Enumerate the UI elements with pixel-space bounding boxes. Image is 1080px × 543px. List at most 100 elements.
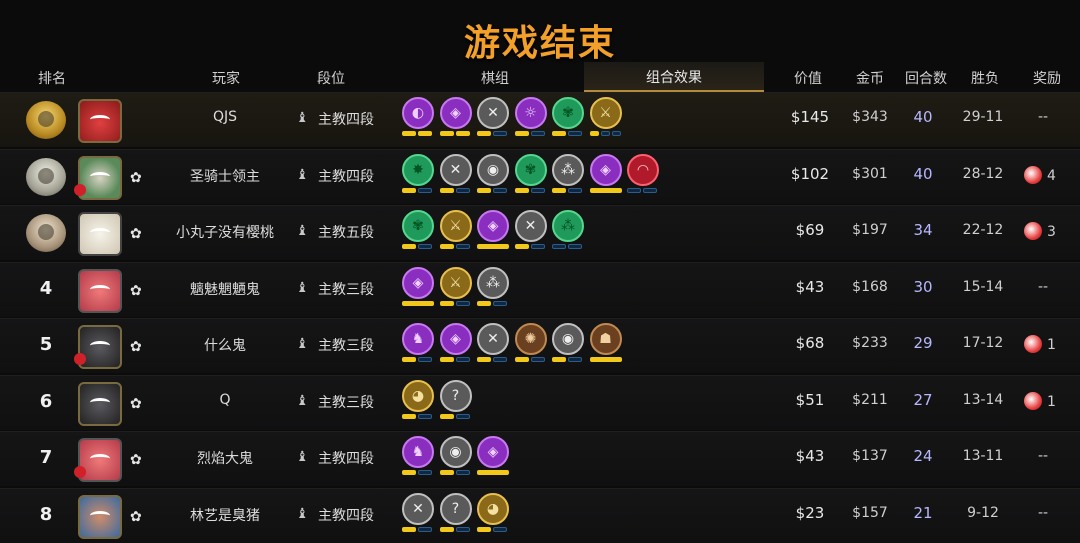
trait-icon[interactable]: ✾ <box>514 154 547 186</box>
trait-icon[interactable]: ? <box>439 380 472 412</box>
player-name[interactable]: 烈焰大鬼 <box>150 448 300 468</box>
avatar-face <box>90 115 110 124</box>
trait-pip <box>530 188 545 193</box>
trait-pip <box>477 131 491 136</box>
tier-label: 主教四段 <box>318 508 374 524</box>
candy-icon <box>1024 392 1042 410</box>
trait-icon[interactable]: ◉ <box>439 436 472 468</box>
trait-icon[interactable]: ☼ <box>514 97 547 129</box>
header-rank: 排名 <box>38 71 66 87</box>
tier-label: 主教四段 <box>318 112 374 128</box>
trait-pip <box>439 188 454 193</box>
trait-icon[interactable]: ✾ <box>402 210 434 242</box>
reward-cell: -- <box>1038 279 1049 295</box>
trait-icon[interactable]: ✕ <box>477 323 509 355</box>
trait-pip <box>402 527 416 532</box>
trait-icon[interactable]: ◈ <box>477 436 509 468</box>
player-name[interactable]: 圣骑士领主 <box>150 166 300 186</box>
trait-icon[interactable]: ◉ <box>552 323 584 355</box>
trait-icon[interactable]: ✕ <box>439 154 472 186</box>
trait-icon[interactable]: ⚔ <box>589 97 622 129</box>
trait-pip <box>402 131 416 136</box>
avatar[interactable] <box>78 99 122 143</box>
trait-icon[interactable]: ✾ <box>552 97 584 129</box>
trait-icon[interactable]: ◐ <box>402 97 434 129</box>
trait-pip <box>439 131 454 136</box>
trait-icon[interactable]: ⁂ <box>552 154 584 186</box>
rank-number: 6 <box>39 391 53 412</box>
value-cell: $69 <box>795 221 825 239</box>
trait-icon[interactable]: ◈ <box>439 323 472 355</box>
value-cell: $43 <box>795 447 825 465</box>
table-row[interactable]: QJS ♝ 主教四段 ◐ ◈ ✕ ☼ ✾ ⚔ $145 $343 40 29-11 -- <box>0 92 1080 147</box>
table-row[interactable]: 7 ✿ 烈焰大鬼 ♝ 主教四段 ♞ ◉ ◈ $43 $137 24 13-11 -- <box>0 431 1080 486</box>
avatar[interactable] <box>78 382 122 426</box>
trait-icon[interactable]: ◉ <box>477 154 509 186</box>
player-name[interactable]: 魑魅魍魉鬼 <box>150 279 300 299</box>
trait-icon[interactable]: ✸ <box>402 154 434 186</box>
player-name[interactable]: 林艺是臭猪 <box>150 505 300 525</box>
avatar[interactable] <box>78 212 122 256</box>
trait-pip <box>530 357 545 362</box>
trait-icon[interactable]: ◈ <box>477 210 509 242</box>
player-name[interactable]: Q <box>150 392 300 408</box>
trait-icon[interactable]: ✺ <box>514 323 547 355</box>
trait-icon[interactable]: ✕ <box>514 210 547 242</box>
trait-icon[interactable]: ◈ <box>402 267 434 299</box>
trait-icon[interactable]: ⁂ <box>552 210 584 242</box>
table-row[interactable]: 4 ✿ 魑魅魍魉鬼 ♝ 主教三段 ◈ ⚔ ⁂ $43 $168 30 15-14 -- <box>0 262 1080 317</box>
player-name[interactable]: QJS <box>150 109 300 125</box>
trait-icon[interactable]: ◠ <box>627 154 659 186</box>
candy-icon <box>1024 166 1042 184</box>
tier-label: 主教三段 <box>318 282 374 298</box>
trait-icon[interactable]: ⁂ <box>477 267 509 299</box>
player-name[interactable]: 什么鬼 <box>150 335 300 355</box>
gold-cell: $157 <box>852 505 888 521</box>
trait-icon[interactable]: ◈ <box>589 154 622 186</box>
gold-cell: $301 <box>852 166 888 182</box>
rounds-cell: 30 <box>913 278 933 296</box>
trait-icon[interactable]: ☗ <box>589 323 622 355</box>
header-comp-tab[interactable]: 棋组 <box>470 68 520 88</box>
trait-pip <box>600 131 610 136</box>
trait-icon[interactable]: ✕ <box>477 97 509 129</box>
trait-pip <box>418 527 432 532</box>
table-row[interactable]: ✿ 圣骑士领主 ♝ 主教四段 ✸ ✕ ◉ ✾ ⁂ ◈ ◠ $102 $301 40 28-12 4 <box>0 149 1080 204</box>
trait-icon[interactable]: ◕ <box>477 493 509 525</box>
trait-icon[interactable]: ◈ <box>439 97 472 129</box>
trait-icon[interactable]: ⚔ <box>439 210 472 242</box>
table-row[interactable]: ✿ 小丸子没有樱桃 ♝ 主教五段 ✾ ⚔ ◈ ✕ ⁂ $69 $197 34 22-12 3 <box>0 205 1080 260</box>
rounds-cell: 29 <box>913 334 933 352</box>
rose-icon <box>74 184 86 196</box>
little-legend-icon: ✿ <box>130 226 142 242</box>
candy-icon <box>1024 335 1042 353</box>
trait-icon[interactable]: ✕ <box>402 493 434 525</box>
trait-pip <box>477 301 491 306</box>
trait-pip <box>643 188 657 193</box>
trait-icon[interactable]: ♞ <box>402 323 434 355</box>
header-synergy-tab[interactable]: 组合效果 <box>584 62 764 92</box>
trait-icon[interactable]: ◕ <box>402 380 434 412</box>
trait-pip <box>455 357 470 362</box>
trait-pip <box>402 244 416 249</box>
table-row[interactable]: 6 ✿ Q ♝ 主教三段 ◕? $51 $211 27 13-14 1 <box>0 375 1080 430</box>
trait-pip <box>455 470 470 475</box>
trait-pip <box>402 414 416 419</box>
avatar[interactable] <box>78 269 122 313</box>
table-row[interactable]: 8 ✿ 林艺是臭猪 ♝ 主教四段 ✕? ◕ $23 $157 21 9-12 -- <box>0 488 1080 543</box>
gold-cell: $343 <box>852 109 888 125</box>
header-value: 价值 <box>794 71 822 87</box>
trait-icon[interactable]: ⚔ <box>439 267 472 299</box>
rose-icon <box>74 353 86 365</box>
rank-number: 7 <box>39 447 53 468</box>
trait-pip <box>514 357 529 362</box>
trait-icon[interactable]: ? <box>439 493 472 525</box>
value-cell: $43 <box>795 278 825 296</box>
trait-icon[interactable]: ♞ <box>402 436 434 468</box>
table-row[interactable]: 5 ✿ 什么鬼 ♝ 主教三段 ♞ ◈ ✕ ✺ ◉ ☗ $68 $233 29 17-12 1 <box>0 318 1080 373</box>
winloss-cell: 17-12 <box>962 335 1004 351</box>
player-name[interactable]: 小丸子没有樱桃 <box>150 222 300 242</box>
reward-cell: 3 <box>1024 222 1056 240</box>
avatar[interactable] <box>78 495 122 539</box>
trait-pip <box>418 131 432 136</box>
